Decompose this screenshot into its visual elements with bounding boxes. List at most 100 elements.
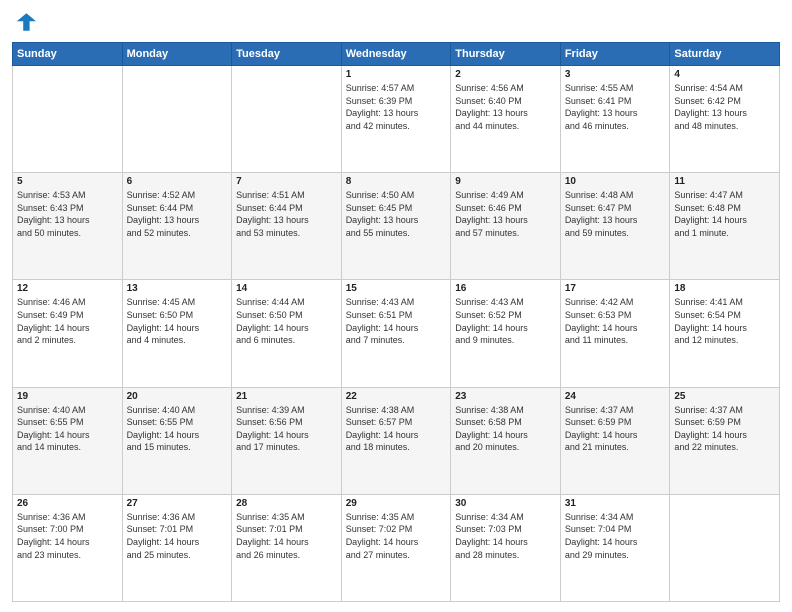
day-number: 10 [565, 176, 666, 187]
day-cell: 18 Sunrise: 4:41 AM Sunset: 6:54 PM Dayli… [670, 280, 780, 387]
day-number: 23 [455, 391, 556, 402]
header-cell-wednesday: Wednesday [341, 43, 451, 66]
day-cell: 6 Sunrise: 4:52 AM Sunset: 6:44 PM Daylig… [122, 173, 232, 280]
day-cell: 17 Sunrise: 4:42 AM Sunset: 6:53 PM Dayli… [560, 280, 670, 387]
header-cell-monday: Monday [122, 43, 232, 66]
day-number: 6 [127, 176, 228, 187]
day-info: Sunrise: 4:40 AM Sunset: 6:55 PM Dayligh… [17, 404, 118, 454]
day-cell: 12Sunrise: 4:46 AM Sunset: 6:49 PM Dayli… [13, 280, 123, 387]
day-number: 31 [565, 498, 666, 509]
day-cell: 21Sunrise: 4:39 AM Sunset: 6:56 PM Dayli… [232, 387, 342, 494]
day-info: Sunrise: 4:48 AM Sunset: 6:47 PM Dayligh… [565, 189, 666, 239]
day-number: 1 [346, 69, 447, 80]
day-cell: 19 Sunrise: 4:40 AM Sunset: 6:55 PM Dayli… [13, 387, 123, 494]
day-cell: 2 Sunrise: 4:56 AM Sunset: 6:40 PM Daylig… [451, 66, 561, 173]
day-number: 11 [674, 176, 775, 187]
day-info: Sunrise: 4:37 AM Sunset: 6:59 PM Dayligh… [565, 404, 666, 454]
day-cell: 25 Sunrise: 4:37 AM Sunset: 6:59 PM Dayli… [670, 387, 780, 494]
day-number: 14 [236, 283, 337, 294]
day-info: Sunrise: 4:54 AM Sunset: 6:42 PM Dayligh… [674, 82, 775, 132]
day-number: 17 [565, 283, 666, 294]
day-cell [232, 66, 342, 173]
day-number: 24 [565, 391, 666, 402]
day-info: Sunrise: 4:35 AM Sunset: 7:01 PM Dayligh… [236, 511, 337, 561]
day-number: 19 [17, 391, 118, 402]
day-cell: 16 Sunrise: 4:43 AM Sunset: 6:52 PM Dayli… [451, 280, 561, 387]
day-cell: 20 Sunrise: 4:40 AM Sunset: 6:55 PM Dayli… [122, 387, 232, 494]
day-number: 27 [127, 498, 228, 509]
day-info: Sunrise: 4:36 AM Sunset: 7:00 PM Dayligh… [17, 511, 118, 561]
day-info: Sunrise: 4:41 AM Sunset: 6:54 PM Dayligh… [674, 296, 775, 346]
day-cell: 1Sunrise: 4:57 AM Sunset: 6:39 PM Daylig… [341, 66, 451, 173]
day-number: 3 [565, 69, 666, 80]
day-cell: 22 Sunrise: 4:38 AM Sunset: 6:57 PM Dayli… [341, 387, 451, 494]
day-cell: 5 Sunrise: 4:53 AM Sunset: 6:43 PM Daylig… [13, 173, 123, 280]
day-info: Sunrise: 4:56 AM Sunset: 6:40 PM Dayligh… [455, 82, 556, 132]
header-cell-saturday: Saturday [670, 43, 780, 66]
day-info: Sunrise: 4:46 AM Sunset: 6:49 PM Dayligh… [17, 296, 118, 346]
day-info: Sunrise: 4:40 AM Sunset: 6:55 PM Dayligh… [127, 404, 228, 454]
day-cell: 8Sunrise: 4:50 AM Sunset: 6:45 PM Daylig… [341, 173, 451, 280]
day-info: Sunrise: 4:47 AM Sunset: 6:48 PM Dayligh… [674, 189, 775, 239]
header-cell-tuesday: Tuesday [232, 43, 342, 66]
header-cell-thursday: Thursday [451, 43, 561, 66]
day-number: 7 [236, 176, 337, 187]
day-cell [122, 66, 232, 173]
day-number: 16 [455, 283, 556, 294]
header-cell-friday: Friday [560, 43, 670, 66]
logo-icon [12, 10, 36, 34]
day-info: Sunrise: 4:55 AM Sunset: 6:41 PM Dayligh… [565, 82, 666, 132]
day-number: 9 [455, 176, 556, 187]
day-info: Sunrise: 4:34 AM Sunset: 7:04 PM Dayligh… [565, 511, 666, 561]
day-number: 5 [17, 176, 118, 187]
day-cell: 11 Sunrise: 4:47 AM Sunset: 6:48 PM Dayli… [670, 173, 780, 280]
day-number: 25 [674, 391, 775, 402]
calendar-header: SundayMondayTuesdayWednesdayThursdayFrid… [13, 43, 780, 66]
day-number: 18 [674, 283, 775, 294]
day-info: Sunrise: 4:45 AM Sunset: 6:50 PM Dayligh… [127, 296, 228, 346]
day-number: 4 [674, 69, 775, 80]
day-number: 26 [17, 498, 118, 509]
day-number: 15 [346, 283, 447, 294]
header-cell-sunday: Sunday [13, 43, 123, 66]
day-info: Sunrise: 4:44 AM Sunset: 6:50 PM Dayligh… [236, 296, 337, 346]
day-info: Sunrise: 4:51 AM Sunset: 6:44 PM Dayligh… [236, 189, 337, 239]
day-number: 30 [455, 498, 556, 509]
day-cell: 24 Sunrise: 4:37 AM Sunset: 6:59 PM Dayli… [560, 387, 670, 494]
day-number: 28 [236, 498, 337, 509]
day-cell: 10 Sunrise: 4:48 AM Sunset: 6:47 PM Dayli… [560, 173, 670, 280]
week-row-0: 1Sunrise: 4:57 AM Sunset: 6:39 PM Daylig… [13, 66, 780, 173]
day-cell: 27 Sunrise: 4:36 AM Sunset: 7:01 PM Dayli… [122, 494, 232, 601]
day-cell: 30 Sunrise: 4:34 AM Sunset: 7:03 PM Dayli… [451, 494, 561, 601]
page: SundayMondayTuesdayWednesdayThursdayFrid… [0, 0, 792, 612]
day-cell: 13Sunrise: 4:45 AM Sunset: 6:50 PM Dayli… [122, 280, 232, 387]
day-info: Sunrise: 4:38 AM Sunset: 6:57 PM Dayligh… [346, 404, 447, 454]
logo [12, 10, 40, 34]
day-info: Sunrise: 4:52 AM Sunset: 6:44 PM Dayligh… [127, 189, 228, 239]
day-info: Sunrise: 4:43 AM Sunset: 6:52 PM Dayligh… [455, 296, 556, 346]
day-info: Sunrise: 4:43 AM Sunset: 6:51 PM Dayligh… [346, 296, 447, 346]
day-number: 22 [346, 391, 447, 402]
day-info: Sunrise: 4:49 AM Sunset: 6:46 PM Dayligh… [455, 189, 556, 239]
day-number: 2 [455, 69, 556, 80]
week-row-2: 12Sunrise: 4:46 AM Sunset: 6:49 PM Dayli… [13, 280, 780, 387]
day-number: 20 [127, 391, 228, 402]
day-cell [13, 66, 123, 173]
day-info: Sunrise: 4:38 AM Sunset: 6:58 PM Dayligh… [455, 404, 556, 454]
header [12, 10, 780, 34]
day-info: Sunrise: 4:34 AM Sunset: 7:03 PM Dayligh… [455, 511, 556, 561]
day-info: Sunrise: 4:50 AM Sunset: 6:45 PM Dayligh… [346, 189, 447, 239]
day-info: Sunrise: 4:39 AM Sunset: 6:56 PM Dayligh… [236, 404, 337, 454]
day-cell [670, 494, 780, 601]
day-info: Sunrise: 4:35 AM Sunset: 7:02 PM Dayligh… [346, 511, 447, 561]
day-cell: 9 Sunrise: 4:49 AM Sunset: 6:46 PM Daylig… [451, 173, 561, 280]
day-info: Sunrise: 4:37 AM Sunset: 6:59 PM Dayligh… [674, 404, 775, 454]
day-cell: 14 Sunrise: 4:44 AM Sunset: 6:50 PM Dayli… [232, 280, 342, 387]
day-cell: 28 Sunrise: 4:35 AM Sunset: 7:01 PM Dayli… [232, 494, 342, 601]
calendar-table: SundayMondayTuesdayWednesdayThursdayFrid… [12, 42, 780, 602]
week-row-4: 26 Sunrise: 4:36 AM Sunset: 7:00 PM Dayli… [13, 494, 780, 601]
day-info: Sunrise: 4:53 AM Sunset: 6:43 PM Dayligh… [17, 189, 118, 239]
day-cell: 7 Sunrise: 4:51 AM Sunset: 6:44 PM Daylig… [232, 173, 342, 280]
day-info: Sunrise: 4:36 AM Sunset: 7:01 PM Dayligh… [127, 511, 228, 561]
day-info: Sunrise: 4:42 AM Sunset: 6:53 PM Dayligh… [565, 296, 666, 346]
